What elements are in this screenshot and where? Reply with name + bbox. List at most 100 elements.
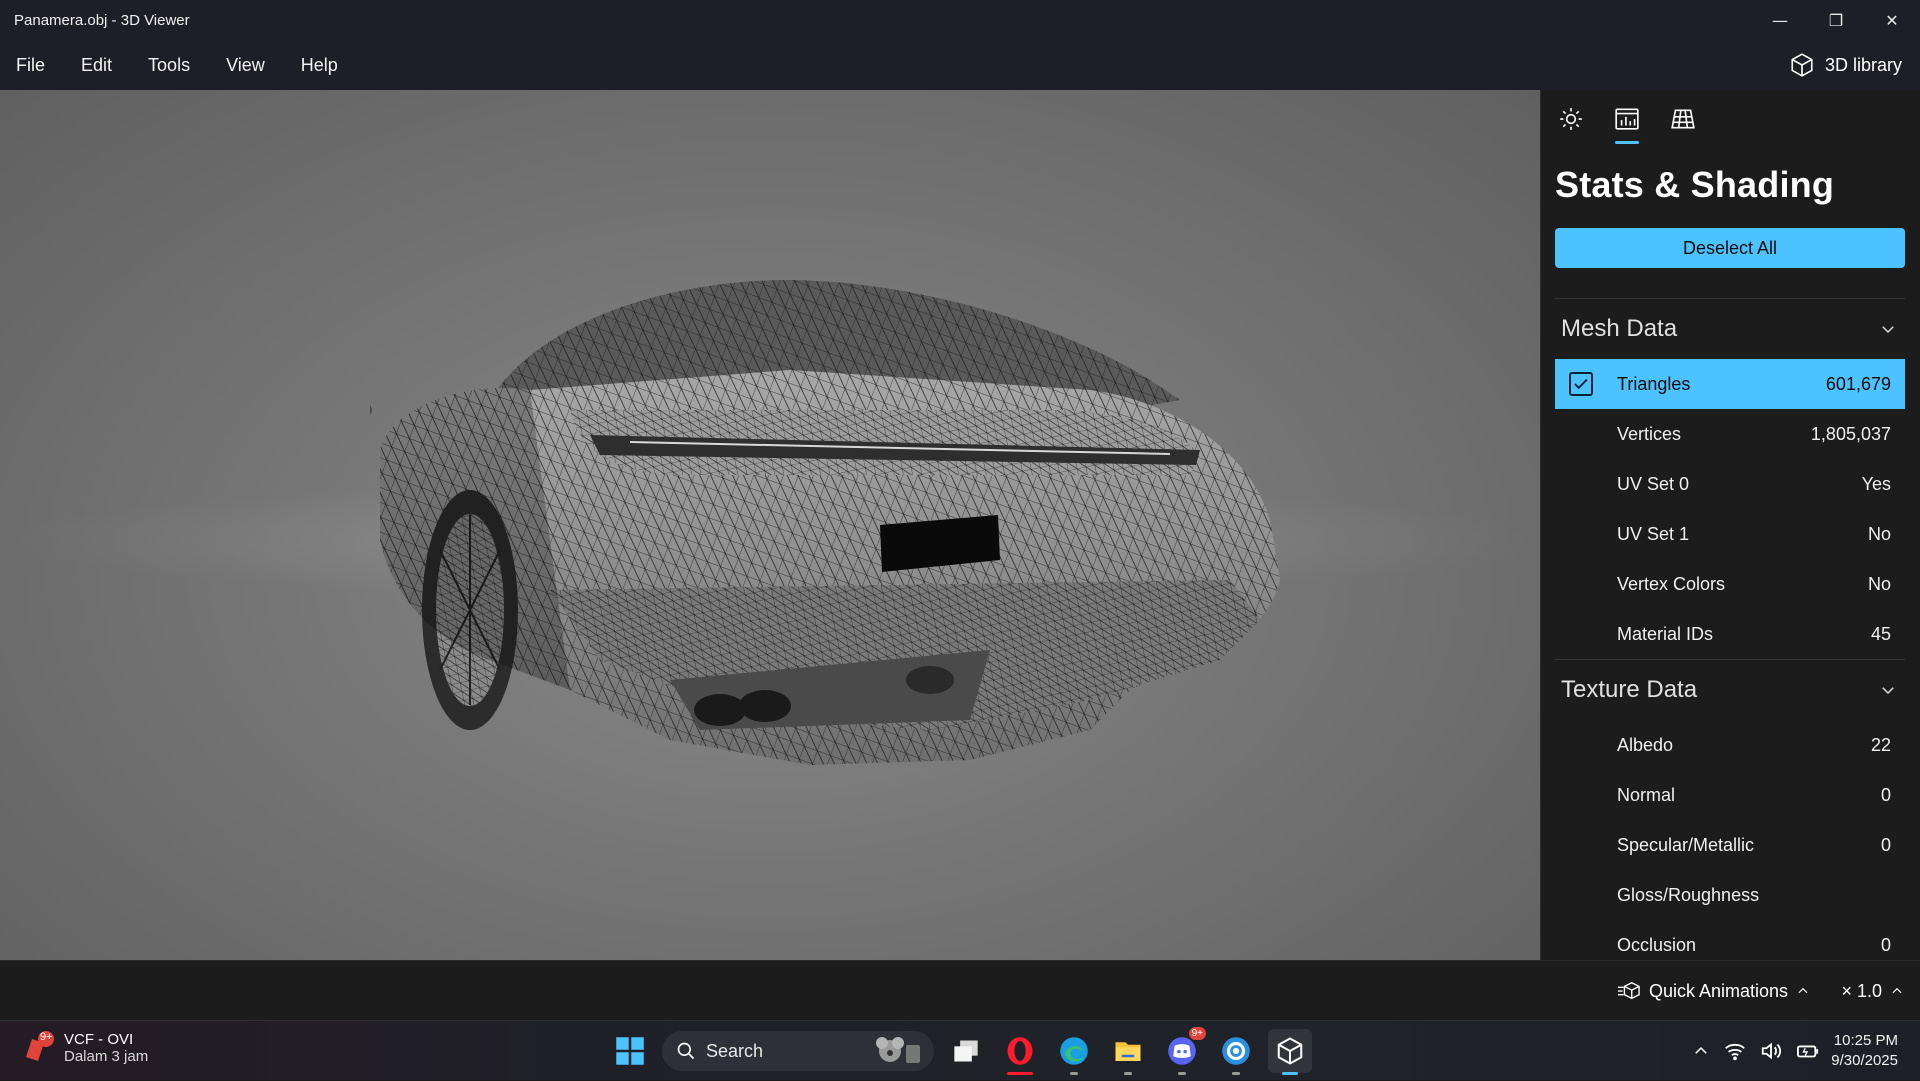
- taskbar-search[interactable]: Search: [662, 1031, 934, 1071]
- animation-cube-icon: [1617, 981, 1640, 1000]
- row-value: 0: [1880, 784, 1891, 805]
- menu-file[interactable]: File: [0, 55, 45, 76]
- edge-icon: [1060, 1037, 1088, 1065]
- opera-icon: [1007, 1037, 1033, 1065]
- row-label: Specular/Metallic: [1617, 834, 1755, 855]
- running-indicator: [1007, 1072, 1033, 1075]
- file-explorer-app[interactable]: [1106, 1029, 1150, 1075]
- clock-date: 9/30/2025: [1831, 1052, 1898, 1069]
- volume-icon[interactable]: [1760, 1040, 1782, 1062]
- mesh-row-uv-set-0[interactable]: UV Set 0 Yes: [1555, 459, 1905, 509]
- running-indicator: [1282, 1072, 1298, 1075]
- mesh-row-triangles[interactable]: Triangles 601,679: [1555, 359, 1905, 409]
- browser-app[interactable]: [1214, 1029, 1258, 1075]
- stats-shading-panel: Stats & Shading Deselect All Mesh Data T…: [1540, 90, 1920, 960]
- tab-lighting[interactable]: [1555, 106, 1587, 144]
- row-value: 0: [1880, 834, 1891, 855]
- chevron-up-icon: [1892, 987, 1902, 994]
- notification-app-icon: 9+: [20, 1031, 54, 1065]
- running-indicator: [1232, 1072, 1240, 1075]
- window-title: Panamera.obj - 3D Viewer: [14, 11, 190, 29]
- running-indicator: [1070, 1072, 1078, 1075]
- chevron-up-icon[interactable]: [1692, 1042, 1710, 1060]
- menu-bar: File Edit Tools View Help: [0, 40, 1920, 90]
- wifi-icon[interactable]: [1724, 1040, 1746, 1062]
- mesh-row-vertices[interactable]: Vertices 1,805,037: [1555, 409, 1905, 459]
- row-value: 0: [1880, 934, 1891, 955]
- row-label: Vertices: [1617, 423, 1682, 444]
- calendar-notification[interactable]: 9+ VCF - OVI Dalam 3 jam: [20, 1031, 148, 1065]
- 3d-viewer-icon: [1277, 1037, 1303, 1065]
- chevron-down-icon: [1882, 687, 1894, 695]
- tab-mesh-grid[interactable]: [1667, 106, 1699, 144]
- chevron-up-icon: [1798, 987, 1808, 994]
- search-label: Search: [706, 1040, 764, 1061]
- row-value: No: [1867, 573, 1891, 594]
- restore-button[interactable]: ❐: [1808, 0, 1864, 40]
- minimize-button[interactable]: —: [1752, 0, 1808, 40]
- quick-animations-button[interactable]: Quick Animations: [1617, 961, 1810, 1021]
- search-icon: [677, 1042, 695, 1060]
- opera-app[interactable]: [998, 1029, 1042, 1075]
- texture-row-occlusion[interactable]: Occlusion 0: [1555, 920, 1905, 960]
- row-value: Yes: [1861, 473, 1891, 494]
- cube-icon: [1791, 53, 1813, 77]
- texture-row-normal[interactable]: Normal 0: [1555, 770, 1905, 820]
- running-indicator: [1178, 1072, 1186, 1075]
- task-view-button[interactable]: [944, 1029, 988, 1073]
- notification-subtitle: Dalam 3 jam: [64, 1048, 149, 1065]
- texture-data-section: Texture Data Albedo 22 Normal 0 Specular…: [1555, 659, 1905, 960]
- 3d-library-button[interactable]: 3D library: [1789, 40, 1902, 90]
- texture-row-gloss-roughness[interactable]: Gloss/Roughness: [1555, 870, 1905, 920]
- texture-row-specular-metallic[interactable]: Specular/Metallic 0: [1555, 820, 1905, 870]
- speed-label: × 1.0: [1841, 980, 1882, 1001]
- taskbar-clock[interactable]: 10:25 PM 9/30/2025: [1831, 1031, 1898, 1071]
- windows-logo-icon: [616, 1037, 644, 1065]
- row-label: Gloss/Roughness: [1617, 884, 1760, 905]
- row-label: Triangles: [1617, 373, 1691, 394]
- grid-mesh-icon: [1671, 109, 1695, 129]
- edge-app[interactable]: [1052, 1029, 1096, 1075]
- 3d-viewer-app[interactable]: [1268, 1029, 1312, 1075]
- texture-data-header[interactable]: Texture Data: [1555, 660, 1905, 720]
- mesh-row-vertex-colors[interactable]: Vertex Colors No: [1555, 559, 1905, 609]
- mesh-data-header[interactable]: Mesh Data: [1555, 299, 1905, 359]
- notification-title: VCF - OVI: [64, 1031, 134, 1048]
- row-value: 601,679: [1825, 373, 1891, 394]
- browser-icon: [1222, 1037, 1250, 1065]
- menu-edit[interactable]: Edit: [65, 55, 112, 76]
- deselect-all-button[interactable]: Deselect All: [1555, 228, 1905, 268]
- playback-speed-button[interactable]: × 1.0: [1841, 961, 1904, 1021]
- menu-tools[interactable]: Tools: [132, 55, 190, 76]
- discord-app[interactable]: 9+: [1160, 1027, 1206, 1075]
- row-label: Normal: [1617, 784, 1676, 805]
- texture-data-title: Texture Data: [1561, 676, 1698, 703]
- menu-view[interactable]: View: [210, 55, 265, 76]
- row-label: Material IDs: [1617, 623, 1714, 644]
- row-label: UV Set 1: [1617, 523, 1690, 544]
- mesh-row-uv-set-1[interactable]: UV Set 1 No: [1555, 509, 1905, 559]
- 3d-library-label: 3D library: [1824, 54, 1902, 75]
- task-view-icon: [954, 1040, 978, 1062]
- battery-icon[interactable]: [1796, 1040, 1820, 1062]
- row-label: Occlusion: [1617, 934, 1697, 955]
- system-tray: [1692, 1021, 1820, 1081]
- checkbox-checked-icon[interactable]: [1569, 372, 1593, 396]
- running-indicator: [1124, 1072, 1132, 1075]
- texture-row-albedo[interactable]: Albedo 22: [1555, 720, 1905, 770]
- car-wireframe-model: [370, 280, 1280, 765]
- notification-badge: 9+: [40, 1031, 53, 1043]
- close-button[interactable]: ✕: [1864, 0, 1920, 40]
- start-button[interactable]: [608, 1029, 652, 1073]
- row-value: 45: [1870, 623, 1891, 644]
- taskbar: 9+ VCF - OVI Dalam 3 jam Search 9+ 10:25…: [0, 1020, 1920, 1080]
- tab-stats[interactable]: [1611, 106, 1643, 144]
- row-label: Vertex Colors: [1617, 573, 1726, 594]
- window-controls: — ❐ ✕: [1752, 0, 1920, 40]
- mesh-data-section: Mesh Data Triangles 601,679 Vertices 1,8…: [1555, 298, 1905, 659]
- clock-time: 10:25 PM: [1833, 1032, 1898, 1049]
- row-value: No: [1867, 523, 1891, 544]
- 3d-viewport[interactable]: [0, 90, 1540, 960]
- mesh-row-material-ids[interactable]: Material IDs 45: [1555, 609, 1905, 659]
- menu-help[interactable]: Help: [285, 55, 338, 76]
